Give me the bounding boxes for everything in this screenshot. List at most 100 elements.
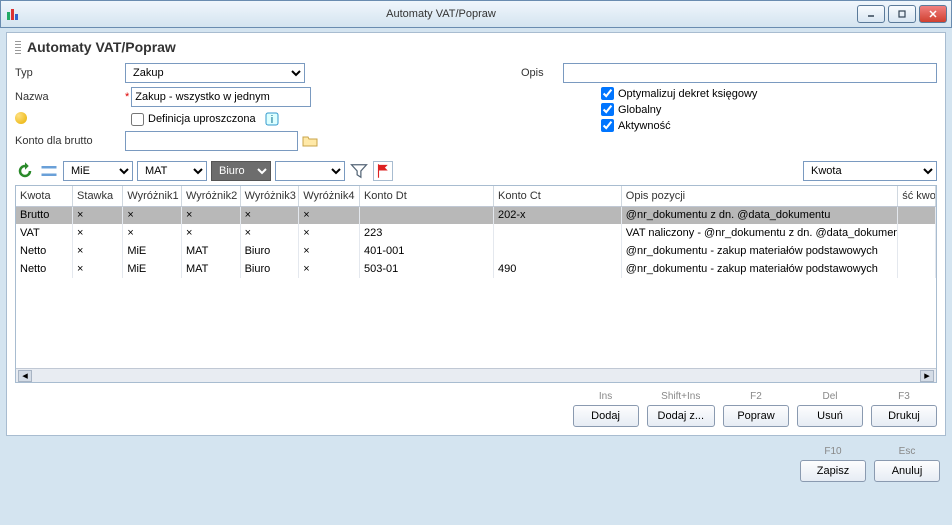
cell-kwota: Netto [16, 242, 73, 260]
opis-input[interactable] [563, 63, 937, 83]
opt-dekret-checkbox[interactable] [601, 87, 614, 100]
cell-sc [898, 242, 936, 260]
table-row[interactable]: Netto×MiEMATBiuro×401-001@nr_dokumentu -… [16, 242, 936, 260]
cell-dt: 223 [359, 224, 493, 242]
cell-w1: × [123, 224, 182, 242]
table-row[interactable]: Brutto×××××202-x@nr_dokumentu z dn. @dat… [16, 206, 936, 224]
cell-ct [494, 242, 622, 260]
def-upr-text: Definicja uproszczona [148, 113, 256, 125]
col-konto-ct[interactable]: Konto Ct [494, 186, 622, 206]
grid-toolbar: MiE MAT Biuro Kwota [15, 161, 937, 181]
cell-kwota: VAT [16, 224, 73, 242]
panel-title: Automaty VAT/Popraw [15, 39, 937, 55]
flag-icon[interactable] [373, 161, 393, 181]
cell-dt [359, 206, 493, 224]
col-w4[interactable]: Wyróżnik4 [299, 186, 360, 206]
funnel-icon[interactable] [349, 161, 369, 181]
dodaj-button[interactable]: Dodaj [573, 405, 639, 427]
col-opis-pozycji[interactable]: Opis pozycji [621, 186, 897, 206]
zapisz-button[interactable]: Zapisz [800, 460, 866, 482]
col-sc-kwot[interactable]: ść kwot [898, 186, 936, 206]
konto-brutto-input[interactable] [125, 131, 298, 151]
horizontal-scrollbar[interactable]: ◂ ▸ [16, 368, 936, 382]
cell-opis: @nr_dokumentu - zakup materiałów podstaw… [621, 242, 897, 260]
cell-w3: Biuro [240, 242, 299, 260]
cell-w3: × [240, 206, 299, 224]
anuluj-button[interactable]: Anuluj [874, 460, 940, 482]
col-stawka[interactable]: Stawka [73, 186, 123, 206]
col-w2[interactable]: Wyróżnik2 [181, 186, 240, 206]
cell-ct: 490 [494, 260, 622, 278]
aktywnosc-checkbox[interactable] [601, 119, 614, 132]
label-typ: Typ [15, 67, 125, 79]
label-konto-brutto: Konto dla brutto [15, 135, 125, 147]
opt-dekret-text: Optymalizuj dekret księgowy [618, 88, 757, 100]
typ-select[interactable]: Zakup [125, 63, 305, 83]
filter-dd1[interactable]: MiE [63, 161, 133, 181]
hint-drukuj: F3 [871, 391, 937, 403]
cell-ct [494, 224, 622, 242]
info-icon[interactable]: i [264, 111, 280, 127]
cell-w2: MAT [181, 242, 240, 260]
def-upr-checkbox[interactable] [131, 113, 144, 126]
close-button[interactable] [919, 5, 947, 23]
scroll-right-icon[interactable]: ▸ [920, 370, 934, 382]
cell-w1: MiE [123, 242, 182, 260]
cell-w2: MAT [181, 260, 240, 278]
cell-w4: × [299, 206, 360, 224]
label-opis: Opis [521, 67, 563, 79]
cell-sc [898, 260, 936, 278]
folder-icon[interactable] [302, 133, 318, 149]
dodajz-button[interactable]: Dodaj z... [647, 405, 715, 427]
window-title: Automaty VAT/Popraw [25, 8, 857, 20]
def-upr-checkbox-label[interactable]: Definicja uproszczona [131, 113, 256, 126]
svg-text:i: i [270, 114, 272, 126]
label-nazwa: Nazwa [15, 91, 125, 103]
maximize-button[interactable] [888, 5, 916, 23]
aktywnosc-text: Aktywność [618, 120, 671, 132]
cell-ct: 202-x [494, 206, 622, 224]
cell-opis: @nr_dokumentu z dn. @data_dokumentu [621, 206, 897, 224]
globalny-checkbox-label[interactable]: Globalny [601, 103, 937, 116]
filter-dd2[interactable]: MAT [137, 161, 207, 181]
globalny-text: Globalny [618, 104, 661, 116]
table-row[interactable]: Netto×MiEMATBiuro×503-01490@nr_dokumentu… [16, 260, 936, 278]
hint-dodaj: Ins [573, 391, 639, 403]
refresh-icon[interactable] [15, 161, 35, 181]
filter-dd3[interactable]: Biuro [211, 161, 271, 181]
cell-w2: × [181, 206, 240, 224]
col-kwota[interactable]: Kwota [16, 186, 73, 206]
hint-popraw: F2 [723, 391, 789, 403]
required-marker: * [125, 91, 129, 103]
cell-w3: Biuro [240, 260, 299, 278]
cell-stawka: × [73, 242, 123, 260]
col-w1[interactable]: Wyróżnik1 [123, 186, 182, 206]
usun-button[interactable]: Usuń [797, 405, 863, 427]
scroll-left-icon[interactable]: ◂ [18, 370, 32, 382]
nazwa-input[interactable] [131, 87, 311, 107]
cell-w4: × [299, 260, 360, 278]
grid-table[interactable]: Kwota Stawka Wyróżnik1 Wyróżnik2 Wyróżni… [16, 186, 936, 278]
hint-anuluj: Esc [874, 446, 940, 458]
globalny-checkbox[interactable] [601, 103, 614, 116]
table-row[interactable]: VAT×××××223VAT naliczony - @nr_dokumentu… [16, 224, 936, 242]
opt-dekret-checkbox-label[interactable]: Optymalizuj dekret księgowy [601, 87, 937, 100]
popraw-button[interactable]: Popraw [723, 405, 789, 427]
main-panel: Automaty VAT/Popraw Typ Zakup Nazwa * De… [6, 32, 946, 436]
col-konto-dt[interactable]: Konto Dt [359, 186, 493, 206]
titlebar: Automaty VAT/Popraw [0, 0, 952, 28]
app-icon [5, 6, 21, 22]
cell-sc [898, 224, 936, 242]
minimize-button[interactable] [857, 5, 885, 23]
drukuj-button[interactable]: Drukuj [871, 405, 937, 427]
cell-kwota: Brutto [16, 206, 73, 224]
filter-dd4[interactable] [275, 161, 345, 181]
status-icon-cell [15, 112, 125, 127]
cell-stawka: × [73, 206, 123, 224]
kwota-select[interactable]: Kwota [803, 161, 937, 181]
collapse-icon[interactable] [39, 161, 59, 181]
aktywnosc-checkbox-label[interactable]: Aktywność [601, 119, 937, 132]
cell-sc [898, 206, 936, 224]
col-w3[interactable]: Wyróżnik3 [240, 186, 299, 206]
cell-w4: × [299, 224, 360, 242]
